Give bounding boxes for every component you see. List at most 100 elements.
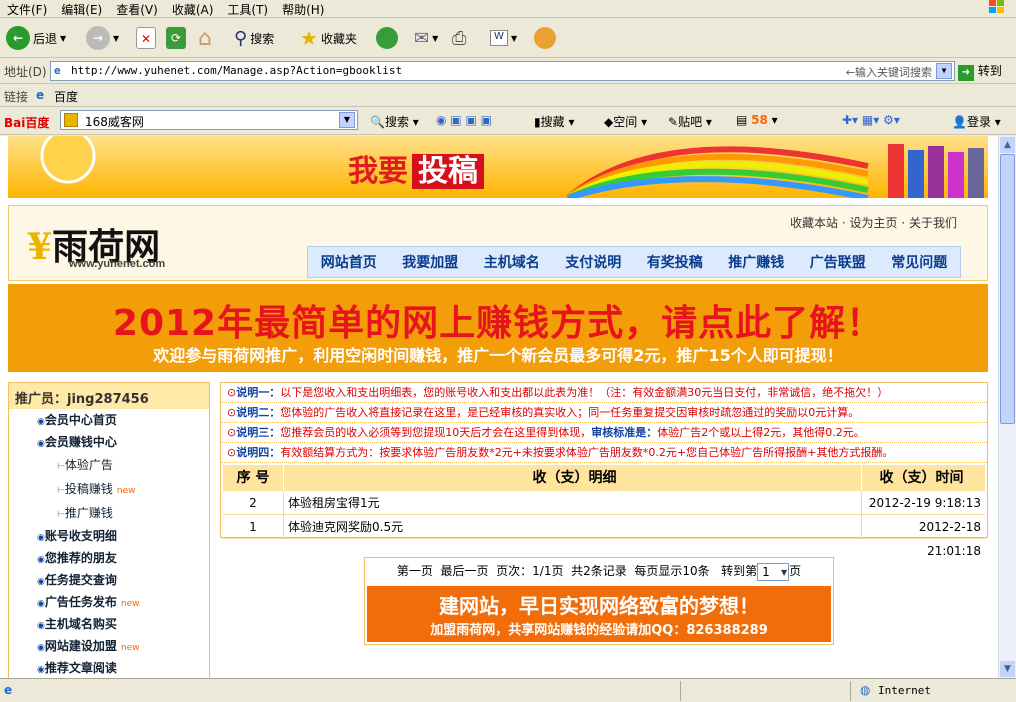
- nav-faq[interactable]: 常见问题: [891, 252, 947, 272]
- sidebar-item[interactable]: ⊢体验广告: [9, 453, 209, 477]
- menu-bar: 文件(F) 编辑(E) 查看(V) 收藏(A) 工具(T) 帮助(H): [0, 0, 1016, 18]
- scroll-up-icon[interactable]: ▲: [1000, 137, 1015, 153]
- scroll-thumb[interactable]: [1000, 154, 1015, 424]
- pagination: 第一页 最后一页 页次：1/1页 共2条记录 每页显示10条 转到第1页 建网站…: [364, 557, 834, 645]
- refresh-button[interactable]: ⟳: [166, 24, 186, 52]
- sidebar-item[interactable]: ◉账号收支明细: [9, 525, 209, 547]
- site-logo[interactable]: ¥雨荷网 www.yuhenet.com: [27, 218, 165, 270]
- per-page: 每页显示10条: [634, 564, 710, 578]
- forward-button[interactable]: → ▼: [86, 24, 119, 52]
- tree-branch-icon: ⊢: [57, 486, 65, 496]
- menu-view[interactable]: 查看(V): [109, 0, 165, 19]
- baidu-search-input[interactable]: 168威客网 ▼: [60, 110, 358, 130]
- sidebar-item[interactable]: ◉任务提交查询: [9, 569, 209, 591]
- back-arrow-icon: ←: [6, 26, 30, 50]
- sidebar-item[interactable]: ◉广告任务发布 new: [9, 591, 209, 613]
- baidu-search-button[interactable]: 🔍搜索 ▾: [370, 113, 419, 130]
- back-label: 后退: [33, 31, 58, 46]
- back-button[interactable]: ← 后退 ▼: [6, 24, 66, 52]
- search-icon: ⚲: [234, 27, 248, 49]
- link-baidu[interactable]: 百度: [54, 88, 78, 105]
- sidebar-item[interactable]: ◉会员中心首页: [9, 409, 209, 431]
- website-promo-banner[interactable]: 建网站，早日实现网络致富的梦想！ 加盟雨荷网，共享网站赚钱的经验请加QQ：826…: [367, 586, 831, 642]
- sidebar-item[interactable]: ◉推荐文章阅读: [9, 657, 209, 678]
- bullet-icon: ◉: [37, 417, 45, 427]
- website-promo-qq: 加盟雨荷网，共享网站赚钱的经验请加QQ：826388289: [430, 623, 768, 638]
- record-count: 共2条记录: [571, 564, 627, 578]
- baidu-tieba-button[interactable]: ✎贴吧 ▾: [668, 113, 712, 130]
- mail-icon: ✉: [414, 27, 430, 49]
- baidu-login-button[interactable]: 👤登录 ▾: [952, 113, 1001, 130]
- menu-tools[interactable]: 工具(T): [220, 0, 275, 19]
- nav-ad-union[interactable]: 广告联盟: [810, 252, 866, 272]
- print-button[interactable]: ⎙: [452, 24, 466, 52]
- address-input[interactable]: e http://www.yuhenet.com/Manage.asp?Acti…: [50, 61, 955, 81]
- nav-hosting[interactable]: 主机域名: [484, 252, 540, 272]
- bullet-icon: ◉: [37, 439, 45, 449]
- baidu-dropdown-icon[interactable]: ▼: [339, 112, 355, 128]
- menu-file[interactable]: 文件(F): [0, 0, 54, 19]
- bullet-icon: ◉: [37, 643, 45, 653]
- mail-button[interactable]: ✉ ▼: [414, 24, 438, 52]
- sidebar-item[interactable]: ◉主机域名购买: [9, 613, 209, 635]
- scroll-down-icon[interactable]: ▼: [1000, 661, 1015, 677]
- baidu-more-icons[interactable]: ✚▾ ▦▾ ⚙▾: [842, 113, 900, 127]
- history-button[interactable]: [376, 24, 398, 52]
- menu-edit[interactable]: 编辑(E): [54, 0, 109, 19]
- nav-join[interactable]: 我要加盟: [402, 252, 458, 272]
- link-set-homepage[interactable]: 设为主页: [850, 216, 898, 230]
- sidebar-item-label: 推荐文章阅读: [44, 661, 117, 675]
- sidebar-item[interactable]: ◉您推荐的朋友: [9, 547, 209, 569]
- menu-help[interactable]: 帮助(H): [275, 0, 331, 19]
- page-status-icon: e: [4, 683, 13, 697]
- new-badge: new: [120, 643, 140, 653]
- baidu-collect-button[interactable]: ▮搜藏 ▾: [534, 113, 574, 130]
- page-select[interactable]: 1: [757, 562, 790, 581]
- sidebar-item[interactable]: ⊢投稿赚钱 new: [9, 477, 209, 501]
- row-time: 2012-2-19 9:18:13: [861, 491, 985, 514]
- address-dropdown-icon[interactable]: ▼: [936, 63, 952, 79]
- nav-promote[interactable]: 推广赚钱: [728, 252, 784, 272]
- tree-branch-icon: ⊢: [57, 510, 65, 520]
- sidebar-item-label: 广告任务发布: [44, 595, 117, 609]
- top-links: 收藏本站 · 设为主页 · 关于我们: [790, 216, 957, 230]
- search-button[interactable]: ⚲ 搜索: [234, 24, 274, 52]
- messenger-icon: [534, 27, 556, 49]
- sidebar-item-label: 推广赚钱: [64, 506, 113, 520]
- stop-button[interactable]: ✕: [136, 24, 156, 52]
- baidu-space-button[interactable]: ◆空间 ▾: [604, 113, 647, 130]
- row-detail: 体验租房宝得1元: [283, 491, 861, 514]
- promo-banner[interactable]: 2012年最简单的网上赚钱方式，请点此了解！ 欢迎参与雨荷网推广，利用空闲时间赚…: [8, 284, 988, 372]
- last-page-link[interactable]: 最后一页: [440, 564, 488, 578]
- col-detail: 收（支）明细: [283, 465, 861, 491]
- bullet-icon: ◉: [37, 533, 45, 543]
- promo-banner-subline: 欢迎参与雨荷网推广，利用空闲时间赚钱，推广一个新会员最多可得2元，推广15个人即…: [153, 346, 843, 365]
- sidebar-item[interactable]: ◉网站建设加盟 new: [9, 635, 209, 657]
- page-viewport: 我要 投稿 ¥雨荷网 www.yuhenet.com 收藏本站 · 设为主页 · …: [0, 136, 998, 678]
- baidu-tool-icons[interactable]: ◉ ▣ ▣ ▣: [436, 113, 492, 127]
- menu-favorites[interactable]: 收藏(A): [165, 0, 221, 19]
- home-icon: ⌂: [198, 25, 212, 51]
- baidu-logo[interactable]: Bai百度: [4, 114, 49, 131]
- submit-banner[interactable]: 我要 投稿: [8, 136, 988, 198]
- home-button[interactable]: ⌂: [198, 24, 212, 52]
- table-row: 1 体验迪克网奖励0.5元 2012-2-18 21:01:18: [223, 515, 985, 558]
- link-bookmark-site[interactable]: 收藏本站: [790, 216, 838, 230]
- baidu-58-button[interactable]: ▤ 58 ▾: [736, 113, 778, 127]
- bullet-icon: ◉: [37, 621, 45, 631]
- sidebar-item[interactable]: ⊢推广赚钱: [9, 501, 209, 525]
- sidebar-item[interactable]: ◉会员赚钱中心: [9, 431, 209, 453]
- nav-home[interactable]: 网站首页: [321, 252, 377, 272]
- favorites-button[interactable]: ★ 收藏夹: [300, 24, 357, 52]
- nav-payment[interactable]: 支付说明: [565, 252, 621, 272]
- link-about-us[interactable]: 关于我们: [909, 216, 957, 230]
- member-sidebar: 推广员：jing287456 ◉会员中心首页 ◉会员赚钱中心 ⊢体验广告 ⊢投稿赚钱 n…: [8, 382, 210, 678]
- page-count: 页次：1/1页: [496, 564, 564, 578]
- go-button[interactable]: ➜ 转到: [958, 62, 1002, 81]
- messenger-button[interactable]: [534, 24, 556, 52]
- vertical-scrollbar[interactable]: ▲ ▼: [998, 136, 1016, 678]
- edit-button[interactable]: W ▼: [490, 24, 517, 52]
- note-1: ⊙说明一：以下是您收入和支出明细表，您的账号收入和支出都以此表为准！（注：有效金…: [221, 383, 987, 403]
- first-page-link[interactable]: 第一页: [397, 564, 433, 578]
- nav-contribute[interactable]: 有奖投稿: [647, 252, 703, 272]
